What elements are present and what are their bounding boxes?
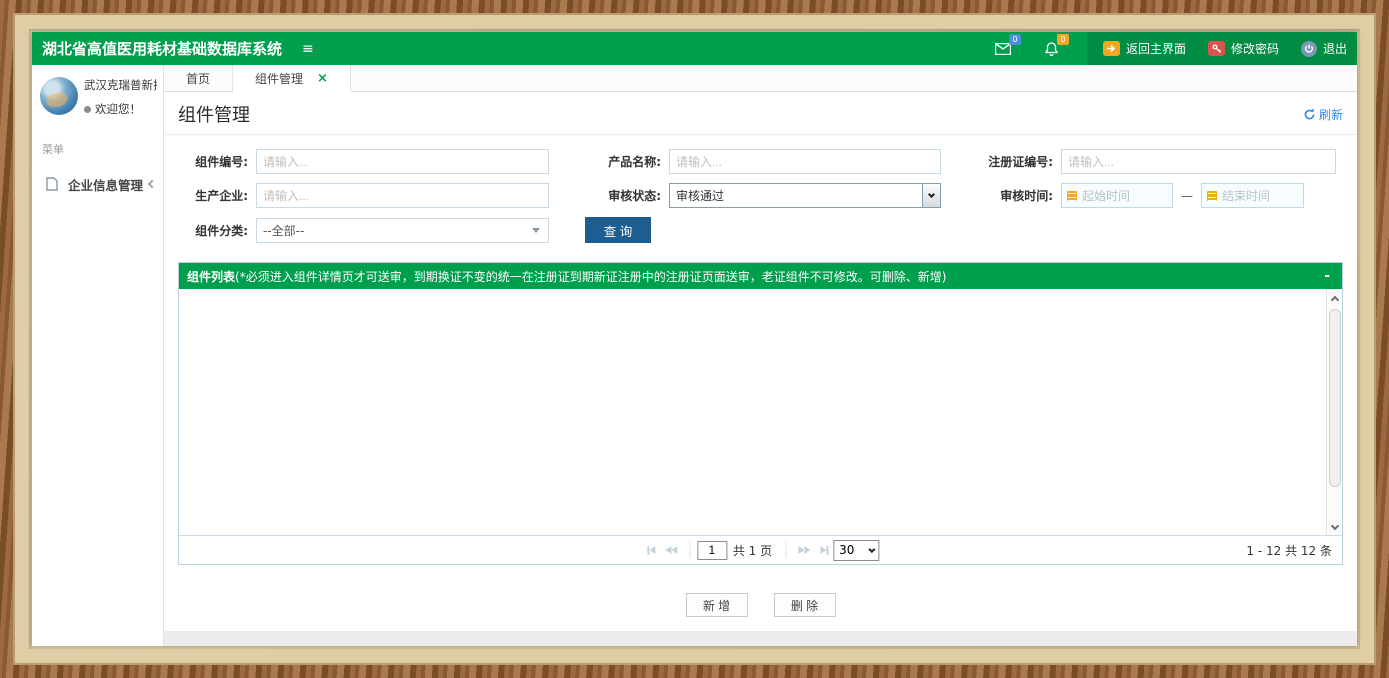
add-button[interactable]: 新 增 xyxy=(686,593,748,617)
category-value: --全部-- xyxy=(257,222,532,239)
app-title: 湖北省高值医用耗材基础数据库系统 xyxy=(32,38,282,59)
manufacturer-label: 生产企业: xyxy=(178,187,256,204)
tab-component-management[interactable]: 组件管理 × xyxy=(233,65,351,92)
topbar-action-group: 返回主界面 修改密码 退出 xyxy=(1087,32,1357,65)
refresh-icon xyxy=(1303,108,1316,121)
page-title: 组件管理 xyxy=(178,101,250,127)
audit-status-value: 审核通过 xyxy=(670,187,922,204)
last-page-button[interactable] xyxy=(820,546,828,555)
pager-bar: 共 1 页 30 1 - 12 共 12 条 xyxy=(179,535,1342,564)
return-main-button[interactable]: 返回主界面 xyxy=(1103,40,1186,57)
scroll-up-icon[interactable] xyxy=(1330,293,1340,303)
change-password-button[interactable]: 修改密码 xyxy=(1208,40,1279,57)
page-size-value: 30 xyxy=(834,543,869,557)
audit-time-label: 审核时间: xyxy=(971,187,1061,204)
search-form: 组件编号: 产品名称: 注册证编号: 生产企业: 审核状态: 审核通过 xyxy=(164,135,1357,258)
mail-icon[interactable]: 0 xyxy=(994,41,1012,57)
chevron-left-icon xyxy=(148,180,156,188)
hamburger-menu-icon[interactable]: ≡ xyxy=(302,41,314,57)
menu-section-label: 菜单 xyxy=(32,127,163,159)
query-button[interactable]: 查 询 xyxy=(585,217,651,243)
app-window: 湖北省高值医用耗材基础数据库系统 ≡ 0 0 返回主界面 xyxy=(32,32,1357,646)
grid-caption-note: (*必须进入组件详情页才可送审，到期换证不变的统一在注册证到期新证注册中的注册证… xyxy=(235,268,946,285)
manufacturer-input[interactable] xyxy=(256,183,549,208)
tab-component-label: 组件管理 xyxy=(255,70,303,87)
bell-badge: 0 xyxy=(1057,34,1069,45)
avatar[interactable] xyxy=(40,77,78,115)
return-main-label: 返回主界面 xyxy=(1126,40,1186,57)
sidebar: 武汉克瑞普新技术 欢迎您！ 菜单 企业信息管理 xyxy=(32,65,164,646)
product-name-input[interactable] xyxy=(669,149,941,174)
bottom-actions: 新 增 删 除 xyxy=(164,577,1357,631)
audit-status-label: 审核状态: xyxy=(585,187,669,204)
logout-button[interactable]: 退出 xyxy=(1301,40,1347,57)
prev-page-button[interactable] xyxy=(665,546,677,554)
chevron-down-icon xyxy=(922,184,940,207)
delete-button[interactable]: 删 除 xyxy=(774,593,836,617)
mail-badge: 0 xyxy=(1009,34,1021,45)
user-profile: 武汉克瑞普新技术 欢迎您！ xyxy=(32,65,163,127)
welcome-text: 欢迎您！ xyxy=(95,101,141,117)
grid-filler xyxy=(1289,289,1326,535)
sidebar-menu: 企业信息管理 xyxy=(32,163,163,205)
grid-caption-title: 组件列表 xyxy=(187,268,235,285)
close-icon[interactable]: × xyxy=(317,71,328,86)
component-grid: 组件列表 (*必须进入组件详情页才可送审，到期换证不变的统一在注册证到期新证注册… xyxy=(178,262,1343,565)
welcome-line: 欢迎您！ xyxy=(84,101,157,117)
total-pages-label: 共 1 页 xyxy=(733,542,772,559)
next-page-button[interactable] xyxy=(798,546,810,554)
scroll-down-icon[interactable] xyxy=(1330,521,1340,531)
component-table xyxy=(179,289,1289,535)
component-no-input[interactable] xyxy=(256,149,549,174)
key-icon xyxy=(1208,41,1225,56)
page-size-select[interactable]: 30 xyxy=(833,540,879,561)
sidebar-item-label: 企业信息管理 xyxy=(68,175,143,194)
grid-body xyxy=(179,289,1342,535)
first-page-button[interactable] xyxy=(647,546,655,555)
file-icon xyxy=(46,177,58,191)
end-date-placeholder: 结束时间 xyxy=(1222,187,1270,204)
scrollbar-thumb[interactable] xyxy=(1329,309,1341,487)
start-date-input[interactable]: 起始时间 xyxy=(1061,183,1173,208)
record-range-info: 1 - 12 共 12 条 xyxy=(1246,542,1342,559)
vertical-scrollbar[interactable] xyxy=(1326,289,1342,535)
calendar-icon xyxy=(1207,191,1217,201)
audit-status-select[interactable]: 审核通过 xyxy=(669,183,941,208)
tab-home-label: 首页 xyxy=(186,70,210,87)
reg-no-label: 注册证编号: xyxy=(971,153,1061,170)
reg-no-input[interactable] xyxy=(1061,149,1336,174)
scrollbar-track[interactable] xyxy=(1327,307,1342,517)
category-label: 组件分类: xyxy=(178,222,256,239)
refresh-button[interactable]: 刷新 xyxy=(1303,106,1343,123)
main-panel: 首页 组件管理 × 组件管理 刷新 xyxy=(164,65,1357,646)
category-select[interactable]: --全部-- xyxy=(256,218,549,243)
chevron-down-icon xyxy=(532,228,540,233)
logout-label: 退出 xyxy=(1323,40,1347,57)
product-name-label: 产品名称: xyxy=(585,153,669,170)
collapse-grid-button[interactable]: - xyxy=(1320,268,1334,284)
power-icon xyxy=(1301,41,1317,57)
component-no-label: 组件编号: xyxy=(178,153,256,170)
bell-icon[interactable]: 0 xyxy=(1042,41,1060,57)
chevron-down-icon xyxy=(868,545,875,552)
window-frame: 湖北省高值医用耗材基础数据库系统 ≡ 0 0 返回主界面 xyxy=(0,0,1389,678)
company-name: 武汉克瑞普新技术 xyxy=(84,77,157,93)
frame-matte: 湖北省高值医用耗材基础数据库系统 ≡ 0 0 返回主界面 xyxy=(29,29,1360,649)
refresh-label: 刷新 xyxy=(1319,106,1343,123)
change-password-label: 修改密码 xyxy=(1231,40,1279,57)
exit-arrow-icon xyxy=(1103,41,1120,56)
tab-home[interactable]: 首页 xyxy=(164,65,233,91)
grid-caption-bar: 组件列表 (*必须进入组件详情页才可送审，到期换证不变的统一在注册证到期新证注册… xyxy=(179,263,1342,289)
top-header-bar: 湖北省高值医用耗材基础数据库系统 ≡ 0 0 返回主界面 xyxy=(32,32,1357,65)
date-range-separator: — xyxy=(1181,189,1193,203)
start-date-placeholder: 起始时间 xyxy=(1082,187,1130,204)
calendar-icon xyxy=(1067,191,1077,201)
footer-strip xyxy=(164,631,1357,646)
tab-bar: 首页 组件管理 × xyxy=(164,65,1357,92)
end-date-input[interactable]: 结束时间 xyxy=(1201,183,1304,208)
page-number-input[interactable] xyxy=(697,541,727,560)
status-dot-icon xyxy=(84,106,91,113)
sidebar-item-0[interactable]: 企业信息管理 xyxy=(32,163,163,205)
